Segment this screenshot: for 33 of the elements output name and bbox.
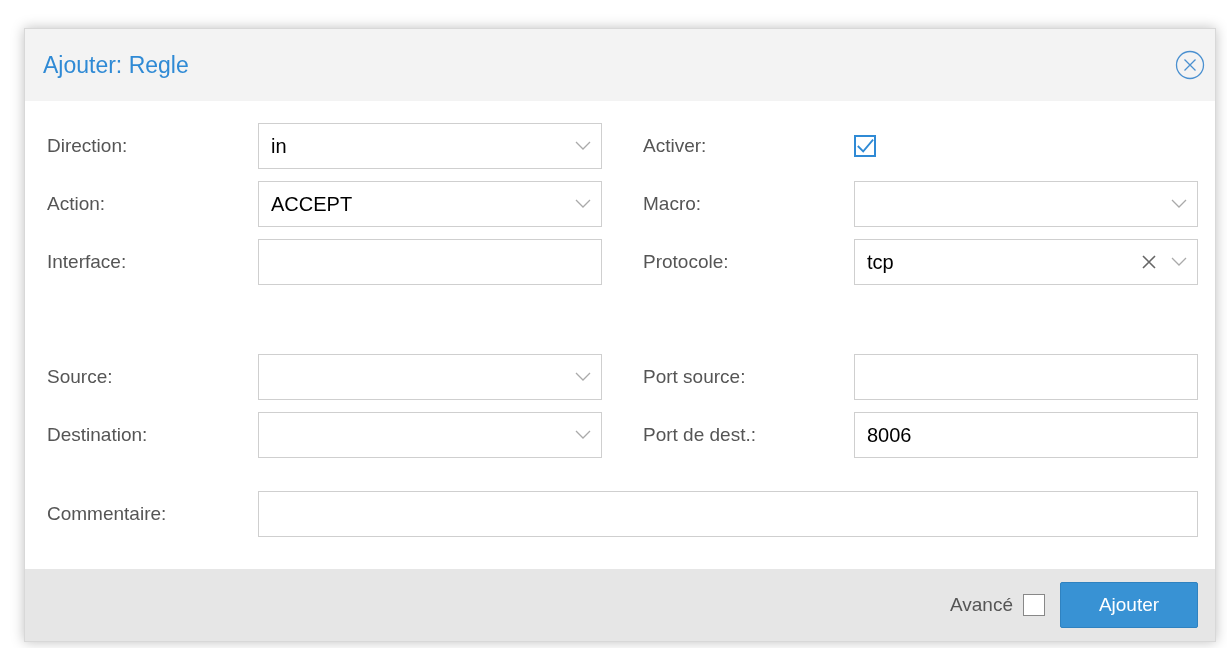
dropdown-field[interactable]: ACCEPT <box>258 181 602 227</box>
input-field[interactable] <box>854 354 1198 400</box>
input-field[interactable] <box>258 491 1198 537</box>
dropdown-field[interactable]: tcp <box>854 239 1198 285</box>
field-label: Port source: <box>643 366 747 388</box>
field-label: Action: <box>47 193 107 215</box>
chevron-down-icon <box>1171 257 1187 267</box>
chevron-down-icon <box>575 141 591 151</box>
dropdown-field[interactable] <box>258 354 602 400</box>
dropdown-field[interactable] <box>854 181 1198 227</box>
field-label: Port de dest.: <box>643 424 757 446</box>
field-label: Activer: <box>643 135 708 157</box>
chevron-down-icon <box>575 372 591 382</box>
checkbox[interactable] <box>1023 594 1045 616</box>
field-label: Direction: <box>47 135 129 157</box>
clear-icon[interactable] <box>1141 254 1157 270</box>
field-label: Interface: <box>47 251 128 273</box>
dropdown-field[interactable] <box>258 412 602 458</box>
checkbox[interactable] <box>854 135 876 157</box>
chevron-down-icon <box>1171 199 1187 209</box>
field-label: Destination: <box>47 424 149 446</box>
input-field[interactable]: 8006 <box>854 412 1198 458</box>
field-label: Protocole: <box>643 251 730 273</box>
input-field[interactable] <box>258 239 602 285</box>
close-icon[interactable] <box>1175 50 1205 80</box>
field-label: Commentaire: <box>47 503 168 525</box>
field-label: Macro: <box>643 193 703 215</box>
advanced-label: Avancé <box>949 594 1013 616</box>
dialog-title: Ajouter: Regle <box>43 51 189 79</box>
chevron-down-icon <box>575 430 591 440</box>
chevron-down-icon <box>575 199 591 209</box>
dropdown-field[interactable]: in <box>258 123 602 169</box>
field-label: Source: <box>47 366 114 388</box>
